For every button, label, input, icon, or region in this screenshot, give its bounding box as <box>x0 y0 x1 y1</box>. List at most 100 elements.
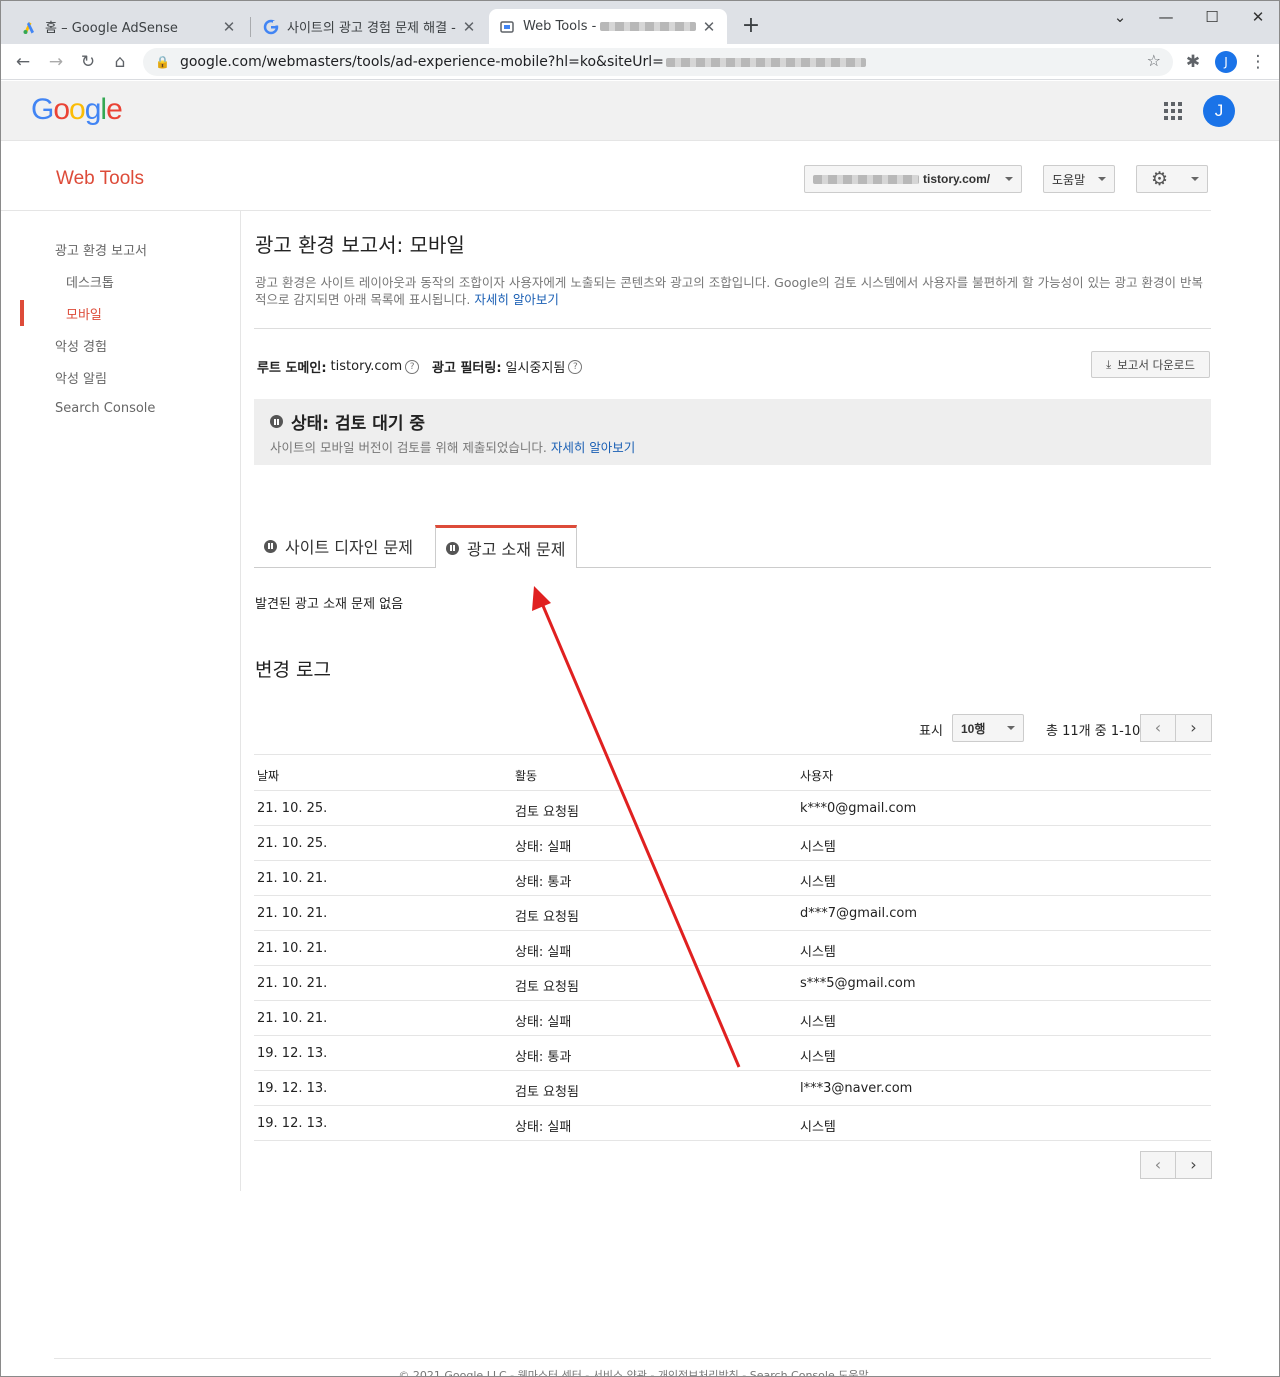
sidebar-item-search-console[interactable]: Search Console <box>55 401 155 416</box>
browser-window: 홈 – Google AdSense ✕ 사이트의 광고 경험 문제 해결 - … <box>0 0 1280 1377</box>
close-tab-icon[interactable]: ✕ <box>461 18 477 36</box>
help-circle-icon[interactable]: ? <box>568 359 583 374</box>
minimize-icon[interactable]: — <box>1143 5 1189 29</box>
learn-more-link[interactable]: 자세히 알아보기 <box>474 292 558 307</box>
close-window-icon[interactable]: ✕ <box>1235 5 1279 29</box>
pagination-range: 총 11개 중 1-10 <box>1046 724 1141 739</box>
date-cell: 21. 10. 21. <box>257 976 328 991</box>
browser-tab-adsense[interactable]: 홈 – Google AdSense ✕ <box>11 9 247 44</box>
table-row: 19. 12. 13. 상태: 실패 시스템 <box>254 1106 1211 1141</box>
date-cell: 21. 10. 21. <box>257 941 328 956</box>
sidebar-item-ad-experience[interactable]: 광고 환경 보고서 <box>55 240 147 259</box>
home-icon[interactable]: ⌂ <box>108 50 132 74</box>
status-title: 상태: 검토 대기 중 <box>291 414 426 434</box>
tab-title: 홈 – Google AdSense <box>45 21 178 36</box>
url-text: google.com/webmasters/tools/ad-experienc… <box>179 54 664 70</box>
reload-icon[interactable]: ↻ <box>76 50 100 74</box>
pause-icon <box>446 541 459 555</box>
changelog-title: 변경 로그 <box>255 659 331 681</box>
back-icon[interactable]: ← <box>11 50 35 74</box>
browser-tab-webtools[interactable]: Web Tools - ✕ <box>489 9 727 44</box>
user-cell: k***0@gmail.com <box>800 801 917 816</box>
ad-filtering: 광고 필터링: 일시중지됨? <box>432 357 583 376</box>
apps-grid-icon[interactable] <box>1164 102 1182 120</box>
help-circle-icon[interactable]: ? <box>405 359 420 374</box>
date-cell: 21. 10. 21. <box>257 1011 328 1026</box>
google-g-icon <box>263 19 279 34</box>
account-avatar[interactable]: J <box>1203 95 1235 127</box>
settings-dropdown[interactable]: ⚙ <box>1136 165 1208 193</box>
next-page-button[interactable]: › <box>1176 714 1212 742</box>
date-cell: 19. 12. 13. <box>257 1081 328 1096</box>
changelog-header: 날짜 활동 사용자 <box>254 754 1211 791</box>
table-row: 21. 10. 25. 검토 요청됨 k***0@gmail.com <box>254 791 1211 826</box>
tab-search-icon[interactable]: ⌄ <box>1097 5 1143 29</box>
pause-icon <box>270 415 283 428</box>
status-learn-more-link[interactable]: 자세히 알아보기 <box>551 440 635 455</box>
tab-ad-creative-issues[interactable]: 광고 소재 문제 <box>435 525 577 568</box>
date-cell: 19. 12. 13. <box>257 1116 328 1131</box>
bookmark-star-icon[interactable]: ☆ <box>1147 51 1161 70</box>
address-bar[interactable]: 🔒 google.com/webmasters/tools/ad-experie… <box>143 48 1173 76</box>
site-selector-value: tistory.com/ <box>923 172 991 186</box>
pause-icon <box>264 539 277 553</box>
date-cell: 19. 12. 13. <box>257 1046 328 1061</box>
user-cell: 시스템 <box>800 1015 836 1030</box>
activity-cell: 검토 요청됨 <box>515 1085 579 1100</box>
sidebar-item-abusive-notifications[interactable]: 악성 알림 <box>55 368 107 387</box>
tab-site-design-issues[interactable]: 사이트 디자인 문제 <box>254 525 423 567</box>
next-page-button[interactable]: › <box>1176 1151 1212 1179</box>
google-logo[interactable]: Google <box>31 93 123 127</box>
close-tab-icon[interactable]: ✕ <box>701 18 717 36</box>
activity-cell: 상태: 실패 <box>515 945 572 960</box>
prev-page-button[interactable]: ‹ <box>1140 714 1176 742</box>
activity-cell: 상태: 통과 <box>515 875 572 890</box>
new-tab-icon[interactable]: + <box>739 13 763 38</box>
rows-per-page-select[interactable]: 10행 <box>952 714 1024 742</box>
download-report-button[interactable]: ⤓ 보고서 다운로드 <box>1091 351 1210 378</box>
column-header: 활동 <box>515 769 538 783</box>
tab-title: 사이트의 광고 경험 문제 해결 - <box>287 21 456 36</box>
sidebar-item-abusive-experience[interactable]: 악성 경험 <box>55 336 107 355</box>
table-row: 21. 10. 21. 상태: 실패 시스템 <box>254 931 1211 966</box>
sidebar-item-desktop[interactable]: 데스크톱 <box>66 272 114 291</box>
user-cell: d***7@gmail.com <box>800 906 918 921</box>
sidebar-item-mobile[interactable]: 모바일 <box>66 304 102 323</box>
status-box: 상태: 검토 대기 중 사이트의 모바일 버전이 검토를 위해 제출되었습니다.… <box>254 399 1211 465</box>
close-tab-icon[interactable]: ✕ <box>221 18 237 36</box>
menu-kebab-icon[interactable]: ⋮ <box>1246 50 1270 74</box>
browser-toolbar: ← → ↻ ⌂ 🔒 google.com/webmasters/tools/ad… <box>1 44 1279 80</box>
browser-tab-help[interactable]: 사이트의 광고 경험 문제 해결 - ✕ <box>253 9 487 44</box>
date-cell: 21. 10. 21. <box>257 871 328 886</box>
forward-icon[interactable]: → <box>44 50 68 74</box>
webtools-icon <box>500 20 514 33</box>
tab-strip: 홈 – Google AdSense ✕ 사이트의 광고 경험 문제 해결 - … <box>1 1 1279 44</box>
activity-cell: 상태: 실패 <box>515 840 572 855</box>
page-title: 광고 환경 보고서: 모바일 <box>255 233 465 257</box>
no-issues-text: 발견된 광고 소재 문제 없음 <box>255 597 404 612</box>
lock-icon: 🔒 <box>155 55 170 69</box>
active-nav-marker <box>20 300 24 326</box>
chevron-down-icon <box>1191 177 1199 181</box>
profile-avatar[interactable]: J <box>1215 51 1237 73</box>
user-cell: 시스템 <box>800 875 836 890</box>
user-cell: l***3@naver.com <box>800 1081 913 1096</box>
extensions-icon[interactable]: ✱ <box>1181 50 1205 74</box>
help-dropdown[interactable]: 도움말 <box>1043 165 1115 193</box>
site-selector[interactable]: tistory.com/ <box>804 165 1022 193</box>
activity-cell: 검토 요청됨 <box>515 910 579 925</box>
table-row: 21. 10. 21. 상태: 통과 시스템 <box>254 861 1211 896</box>
help-label: 도움말 <box>1052 172 1086 187</box>
date-cell: 21. 10. 25. <box>257 801 328 816</box>
root-domain: 루트 도메인: tistory.com? <box>257 357 420 376</box>
maximize-icon[interactable]: ☐ <box>1189 5 1235 29</box>
footer: © 2021 Google LLC - 웹마스터 센터 - 서비스 약관 - 개… <box>398 1369 869 1377</box>
sidebar: 광고 환경 보고서 데스크톱 모바일 악성 경험 악성 알림 Search Co… <box>1 211 241 1191</box>
user-cell: 시스템 <box>800 945 836 960</box>
table-row: 21. 10. 25. 상태: 실패 시스템 <box>254 826 1211 861</box>
status-text: 사이트의 모바일 버전이 검토를 위해 제출되었습니다. <box>270 440 547 455</box>
webtools-title[interactable]: Web Tools <box>56 168 144 190</box>
prev-page-button[interactable]: ‹ <box>1140 1151 1176 1179</box>
activity-cell: 상태: 통과 <box>515 1050 572 1065</box>
table-row: 19. 12. 13. 상태: 통과 시스템 <box>254 1036 1211 1071</box>
